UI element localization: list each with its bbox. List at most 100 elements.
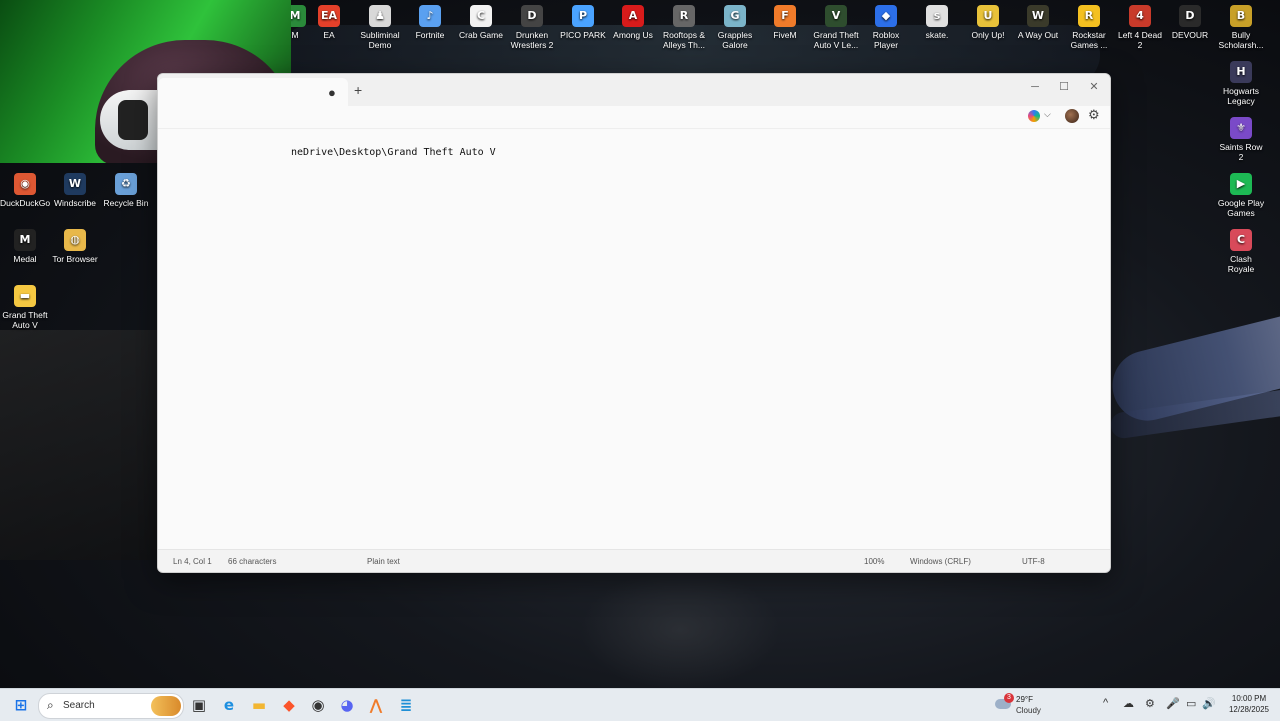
taskbar-start-icon[interactable]: ⊞ bbox=[9, 693, 33, 717]
taskbar-file-explorer-icon[interactable]: ▬ bbox=[247, 693, 271, 717]
desktop-icon[interactable]: ▶ Google Play Games bbox=[1216, 173, 1266, 218]
desktop-icon-label: Tor Browser bbox=[52, 254, 98, 264]
status-zoom[interactable]: 100% bbox=[864, 557, 884, 566]
notepad-titlebar[interactable]: ● + ─ ☐ ✕ bbox=[158, 74, 1110, 106]
status-bar: Ln 4, Col 1 66 characters Plain text 100… bbox=[158, 549, 1110, 572]
minimize-button[interactable]: ─ bbox=[1020, 77, 1050, 97]
desktop-icon-label: Windscribe bbox=[53, 198, 97, 208]
settings-gear-icon[interactable]: ⚙ bbox=[1088, 107, 1100, 123]
notepad-toolbar: ⌵ ⚙ bbox=[158, 106, 1110, 129]
app-icon: ♟ bbox=[369, 5, 391, 27]
desktop-icon[interactable]: ◆ Roblox Player bbox=[861, 5, 911, 50]
desktop-icon[interactable]: B Bully Scholarsh... bbox=[1216, 5, 1266, 50]
maximize-button[interactable]: ☐ bbox=[1049, 77, 1079, 97]
app-icon: ◉ bbox=[14, 173, 36, 195]
desktop-icon-label: Recycle Bin bbox=[103, 198, 149, 208]
desktop-icon[interactable]: U Only Up! bbox=[963, 5, 1013, 40]
search-highlight-art bbox=[151, 696, 181, 716]
desktop-icon[interactable]: P PICO PARK bbox=[558, 5, 608, 40]
weather-temperature: 29°F bbox=[1016, 695, 1033, 704]
app-icon: 4 bbox=[1129, 5, 1151, 27]
clock-time: 10:00 PM bbox=[1231, 694, 1267, 703]
notepad-tab[interactable]: ● bbox=[158, 78, 348, 106]
desktop-icon[interactable]: ♪ Fortnite bbox=[405, 5, 455, 40]
status-cursor-position: Ln 4, Col 1 bbox=[173, 557, 212, 566]
taskbar-obs-icon[interactable]: ◉ bbox=[306, 693, 330, 717]
app-icon: ♪ bbox=[419, 5, 441, 27]
clock[interactable]: 10:00 PM 12/28/2025 bbox=[1222, 693, 1276, 715]
app-icon: A bbox=[622, 5, 644, 27]
desktop-icon[interactable]: F FiveM bbox=[760, 5, 810, 40]
desktop-icon[interactable]: ♟ Subliminal Demo bbox=[355, 5, 405, 50]
close-button[interactable]: ✕ bbox=[1079, 77, 1109, 97]
unsaved-dot-icon: ● bbox=[328, 85, 336, 100]
taskbar-discord-icon[interactable]: ◕ bbox=[335, 693, 359, 717]
desktop-icon-label: Crab Game bbox=[459, 30, 503, 40]
desktop-icon[interactable]: R Rockstar Games ... bbox=[1064, 5, 1114, 50]
desktop-icon-label: Left 4 Dead 2 bbox=[1118, 30, 1162, 50]
desktop-icon-label: Only Up! bbox=[971, 30, 1005, 40]
desktop-icon[interactable]: H Hogwarts Legacy bbox=[1216, 61, 1266, 106]
taskbar-task-view-icon[interactable]: ▣ bbox=[187, 693, 211, 717]
app-icon: D bbox=[1179, 5, 1201, 27]
editor-text-line: neDrive\Desktop\Grand Theft Auto V bbox=[291, 147, 496, 158]
desktop-icon[interactable]: D Drunken Wrestlers 2 bbox=[507, 5, 557, 50]
app-icon: ♻ bbox=[115, 173, 137, 195]
status-character-count: 66 characters bbox=[228, 557, 277, 566]
chevron-down-icon[interactable]: ⌵ bbox=[1044, 109, 1051, 120]
desktop-icon-label: Grand Theft Auto V Le... bbox=[813, 30, 859, 50]
app-icon: R bbox=[673, 5, 695, 27]
microphone-icon[interactable]: 🎤 bbox=[1166, 697, 1180, 710]
search-icon: ⌕ bbox=[47, 698, 54, 712]
desktop-icon[interactable]: R Rooftops & Alleys Th... bbox=[659, 5, 709, 50]
desktop-icon-label: Subliminal Demo bbox=[360, 30, 400, 50]
desktop-icon[interactable]: ▬ Grand Theft Auto V bbox=[0, 285, 50, 330]
app-icon: M bbox=[14, 229, 36, 251]
taskbar-brave-icon[interactable]: ◆ bbox=[277, 693, 301, 717]
app-icon: R bbox=[1078, 5, 1100, 27]
volume-icon[interactable]: 🔊 bbox=[1202, 697, 1216, 710]
copilot-icon[interactable] bbox=[1028, 110, 1040, 122]
desktop-icon[interactable]: ⚜ Saints Row 2 bbox=[1216, 117, 1266, 162]
app-icon: B bbox=[1230, 5, 1252, 27]
app-icon: C bbox=[1230, 229, 1252, 251]
app-icon: P bbox=[572, 5, 594, 27]
network-icon[interactable]: ▭ bbox=[1186, 697, 1196, 710]
notepad-window[interactable]: ● + ─ ☐ ✕ ⌵ ⚙ neDrive\Desktop\Grand Thef… bbox=[157, 73, 1111, 573]
desktop-icon-label: FiveM bbox=[773, 30, 797, 40]
desktop-icon[interactable]: 4 Left 4 Dead 2 bbox=[1115, 5, 1165, 50]
desktop-icon-label: Grand Theft Auto V bbox=[2, 310, 48, 330]
desktop-icon[interactable]: D DEVOUR bbox=[1165, 5, 1215, 40]
desktop-icon[interactable]: s skate. bbox=[912, 5, 962, 40]
taskbar-edge-icon[interactable]: e bbox=[217, 693, 241, 717]
app-icon: W bbox=[1027, 5, 1049, 27]
new-tab-button[interactable]: + bbox=[354, 82, 362, 98]
taskbar-notepad-icon[interactable]: ≣ bbox=[394, 693, 418, 717]
taskbar-fivem-icon[interactable]: ⋀ bbox=[364, 693, 388, 717]
desktop-icon[interactable]: ◍ Tor Browser bbox=[50, 229, 100, 264]
tray-overflow-chevron-icon[interactable]: ^ bbox=[1103, 697, 1108, 709]
desktop-icon[interactable]: ♻ Recycle Bin bbox=[101, 173, 151, 208]
desktop-icon[interactable]: EA EA bbox=[304, 5, 354, 40]
app-icon: F bbox=[774, 5, 796, 27]
desktop-icon[interactable]: A Among Us bbox=[608, 5, 658, 40]
desktop-icon-label: skate. bbox=[925, 30, 949, 40]
app-icon: ⚜ bbox=[1230, 117, 1252, 139]
desktop-icon[interactable]: ◉ DuckDuckGo bbox=[0, 173, 50, 208]
desktop-icon[interactable]: W Windscribe bbox=[50, 173, 100, 208]
desktop-icon[interactable]: M Medal bbox=[0, 229, 50, 264]
desktop-icon[interactable]: G Grapples Galore bbox=[710, 5, 760, 50]
desktop-icon[interactable]: C Clash Royale bbox=[1216, 229, 1266, 274]
app-icon: C bbox=[470, 5, 492, 27]
app-icon: EA bbox=[318, 5, 340, 27]
weather-condition: Cloudy bbox=[1016, 706, 1041, 715]
desktop-icon[interactable]: C Crab Game bbox=[456, 5, 506, 40]
webcam-visor-dark bbox=[118, 100, 148, 140]
tray-cloud-icon[interactable]: ☁ bbox=[1123, 697, 1134, 710]
text-editor[interactable]: neDrive\Desktop\Grand Theft Auto V bbox=[158, 129, 1110, 549]
taskbar-search[interactable]: ⌕ Search bbox=[38, 693, 184, 719]
desktop-icon[interactable]: W A Way Out bbox=[1013, 5, 1063, 40]
tray-app-icon[interactable]: ⚙ bbox=[1145, 697, 1155, 710]
desktop-icon[interactable]: V Grand Theft Auto V Le... bbox=[811, 5, 861, 50]
account-avatar[interactable] bbox=[1065, 109, 1079, 123]
